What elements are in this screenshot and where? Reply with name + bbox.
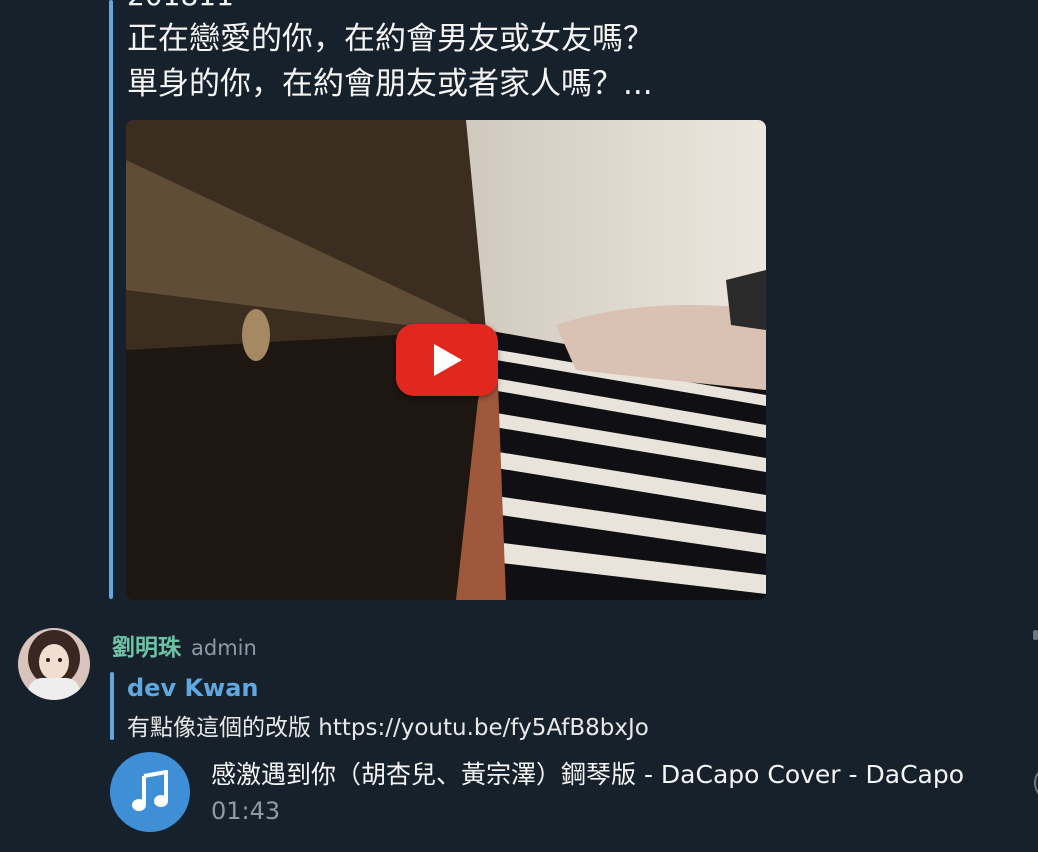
- edge-mark: [1033, 630, 1038, 640]
- video-thumbnail[interactable]: [126, 120, 766, 600]
- scroll-down-button[interactable]: [1034, 765, 1038, 801]
- audio-play-button[interactable]: [110, 752, 190, 832]
- audio-duration: 01:43: [211, 797, 281, 825]
- sender-name[interactable]: 劉明珠: [112, 628, 181, 662]
- play-icon: [434, 344, 462, 376]
- preview-description-line-1: 正在戀愛的你，在約會男友或女友嗎？: [127, 21, 654, 57]
- audio-title: 感激遇到你（胡杏兒、黃宗澤）鋼琴版 - DaCapo Cover - DaCap…: [211, 760, 965, 789]
- sender-role-badge: admin: [191, 636, 257, 660]
- video-play-button[interactable]: [396, 324, 498, 396]
- reply-quote-bar: [110, 672, 114, 740]
- reply-text[interactable]: 有點像這個的改版 https://youtu.be/fy5AfB8bxJo: [127, 708, 649, 742]
- music-note-icon: [132, 770, 168, 811]
- message-header: 劉明珠 admin: [112, 628, 257, 662]
- link-preview-quote-bar: [109, 0, 113, 599]
- avatar[interactable]: [18, 628, 90, 700]
- preview-clipped-line: 201811: [127, 0, 234, 12]
- avatar-image: [18, 628, 90, 700]
- preview-description-line-2: 單身的你，在約會朋友或者家人嗎？...: [127, 66, 653, 102]
- reply-author[interactable]: dev Kwan: [127, 674, 259, 702]
